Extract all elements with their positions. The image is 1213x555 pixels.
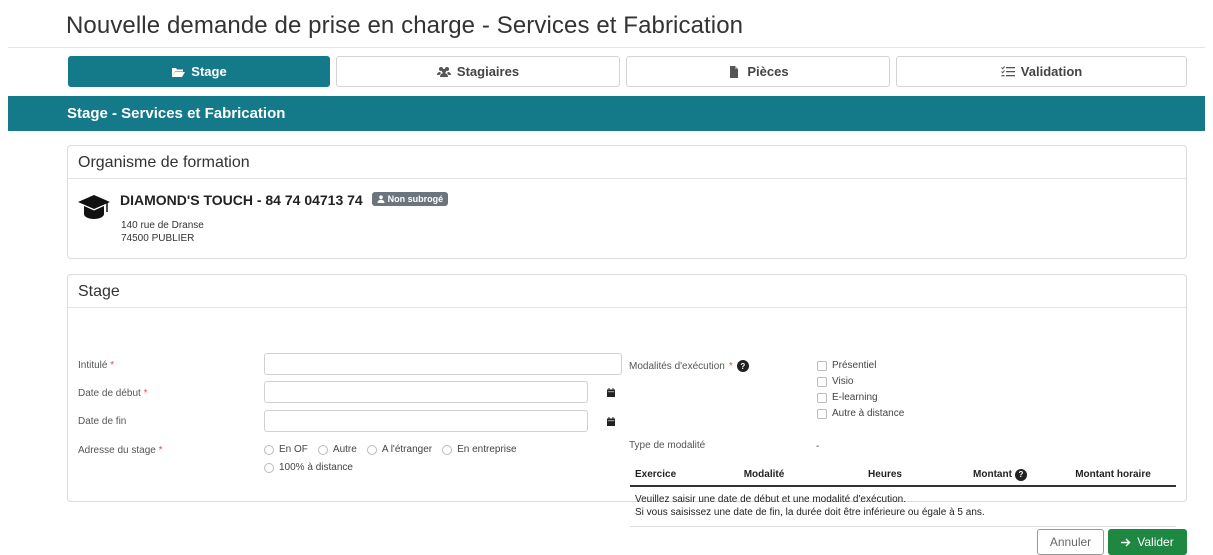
type-modalite-value: - — [816, 441, 820, 452]
modalites-checkbox-group: Présentiel Visio E-learning Autre à dist… — [817, 360, 904, 419]
col-montant-horaire: Montant horaire — [1075, 469, 1151, 480]
type-modalite-label: Type de modalité — [629, 440, 706, 451]
note-line: Si vous saisissez une date de fin, la du… — [635, 507, 985, 518]
button-label: Valider — [1137, 535, 1174, 549]
checkbox-label: Présentiel — [832, 360, 877, 371]
intitule-label: Intitulé * — [78, 360, 114, 371]
required-mark: * — [110, 360, 115, 371]
organisme-name: DIAMOND'S TOUCH - 84 74 04713 74 Non sub… — [120, 192, 449, 208]
section-banner: Stage - Services et Fabrication — [8, 96, 1205, 131]
adresse-radio-group: En OF Autre A l'étranger En entreprise — [264, 444, 517, 455]
radio-circle[interactable] — [442, 444, 453, 455]
table-header: Exercice Modalité Heures Montant ? Monta… — [630, 464, 1176, 487]
adresse-radio-group-2: 100% à distance — [264, 462, 353, 473]
step-label: Pièces — [747, 64, 789, 79]
calendar-button[interactable] — [600, 381, 622, 403]
button-label: Annuler — [1049, 535, 1092, 549]
step-label: Stagiaires — [456, 64, 520, 79]
hours-table: Exercice Modalité Heures Montant ? Monta… — [630, 464, 1176, 527]
radio-label: En entreprise — [457, 444, 517, 455]
radio-circle[interactable] — [264, 462, 274, 473]
radio-circle[interactable] — [264, 444, 274, 455]
checkbox-label: Visio — [832, 376, 854, 387]
checkbox-box[interactable] — [817, 376, 827, 387]
checkbox-elearning[interactable]: E-learning — [817, 392, 904, 403]
calendar-button[interactable] — [600, 410, 622, 432]
radio-en-of[interactable]: En OF — [264, 444, 308, 455]
col-montant: Montant ? — [950, 468, 1050, 481]
arrow-right-icon — [1121, 538, 1131, 546]
radio-label: Autre — [332, 444, 357, 455]
help-icon[interactable]: ? — [1014, 468, 1027, 481]
wizard-steps: Stage Stagiaires Pièces Validation — [68, 56, 1187, 87]
checkbox-label: E-learning — [832, 392, 878, 403]
calendar-icon — [607, 416, 615, 426]
checkbox-box[interactable] — [817, 408, 827, 419]
radio-autre[interactable]: Autre — [317, 444, 357, 455]
table-empty-note: Veuillez saisir une date de début et une… — [630, 487, 1176, 527]
col-modalite: Modalité — [743, 469, 785, 480]
step-validation[interactable]: Validation — [896, 56, 1187, 87]
radio-distance[interactable]: 100% à distance — [264, 462, 353, 473]
checkbox-box[interactable] — [817, 360, 827, 371]
step-stagiaires[interactable]: Stagiaires — [336, 56, 620, 87]
address-line: 140 rue de Dranse — [121, 220, 204, 231]
required-mark: * — [143, 388, 148, 399]
badge-label: Non subrogé — [387, 194, 444, 204]
users-icon — [436, 66, 451, 77]
calendar-icon — [607, 387, 615, 397]
page-title: Nouvelle demande de prise en charge - Se… — [66, 12, 744, 39]
checkbox-autre-distance[interactable]: Autre à distance — [817, 408, 904, 419]
step-label: Validation — [1020, 64, 1083, 79]
stage-card: Stage Intitulé * Date de début * Date de… — [67, 274, 1187, 527]
graduation-cap-icon — [78, 195, 110, 219]
required-mark: * — [728, 360, 733, 372]
label-text: Adresse du stage — [78, 445, 156, 456]
organisme-card: Organisme de formation DIAMOND'S TOUCH -… — [67, 145, 1187, 259]
cancel-button[interactable]: Annuler — [1037, 529, 1104, 555]
address-line: 74500 PUBLIER — [121, 233, 195, 244]
status-badge: Non subrogé — [371, 192, 449, 206]
radio-circle[interactable] — [317, 444, 328, 455]
radio-label: En OF — [279, 444, 308, 455]
adresse-label: Adresse du stage * — [78, 445, 163, 456]
step-pieces[interactable]: Pièces — [626, 56, 890, 87]
divider — [8, 47, 1205, 48]
note-line: Veuillez saisir une date de début et une… — [635, 494, 906, 505]
help-icon[interactable]: ? — [736, 360, 749, 372]
stage-header: Stage — [68, 275, 1186, 308]
date-debut-label: Date de début * — [78, 388, 148, 399]
checkbox-label: Autre à distance — [832, 408, 905, 419]
date-debut-input[interactable] — [264, 381, 588, 403]
checkbox-presentiel[interactable]: Présentiel — [817, 360, 904, 371]
label-text: Modalités d'exécution — [629, 360, 725, 372]
radio-en-entreprise[interactable]: En entreprise — [442, 444, 517, 455]
list-check-icon — [1000, 65, 1015, 76]
label-text: Intitulé — [78, 360, 108, 371]
required-mark: * — [158, 445, 163, 456]
col-montant-label: Montant — [973, 469, 1012, 480]
radio-etranger[interactable]: A l'étranger — [366, 444, 433, 455]
intitule-input[interactable] — [264, 353, 622, 375]
checkbox-box[interactable] — [817, 392, 827, 403]
col-heures: Heures — [868, 469, 902, 480]
label-text: Date de début — [78, 388, 141, 399]
modalites-label: Modalités d'exécution * ? — [629, 360, 749, 372]
organisme-header: Organisme de formation — [68, 146, 1186, 179]
date-fin-label: Date de fin — [78, 416, 127, 427]
radio-circle[interactable] — [366, 444, 377, 455]
folder-open-icon — [172, 67, 186, 77]
radio-label: A l'étranger — [381, 444, 433, 455]
checkbox-visio[interactable]: Visio — [817, 376, 904, 387]
step-stage[interactable]: Stage — [68, 56, 330, 87]
radio-label: 100% à distance — [279, 462, 353, 473]
organisme-address: 140 rue de Dranse 74500 PUBLIER — [121, 219, 204, 245]
date-fin-input[interactable] — [264, 410, 588, 432]
step-label: Stage — [191, 64, 227, 79]
user-icon — [377, 195, 385, 203]
file-icon — [730, 65, 739, 78]
col-exercice: Exercice — [635, 469, 677, 480]
organisme-name-text: DIAMOND'S TOUCH - 84 74 04713 74 — [120, 192, 363, 208]
submit-button[interactable]: Valider — [1108, 529, 1187, 555]
